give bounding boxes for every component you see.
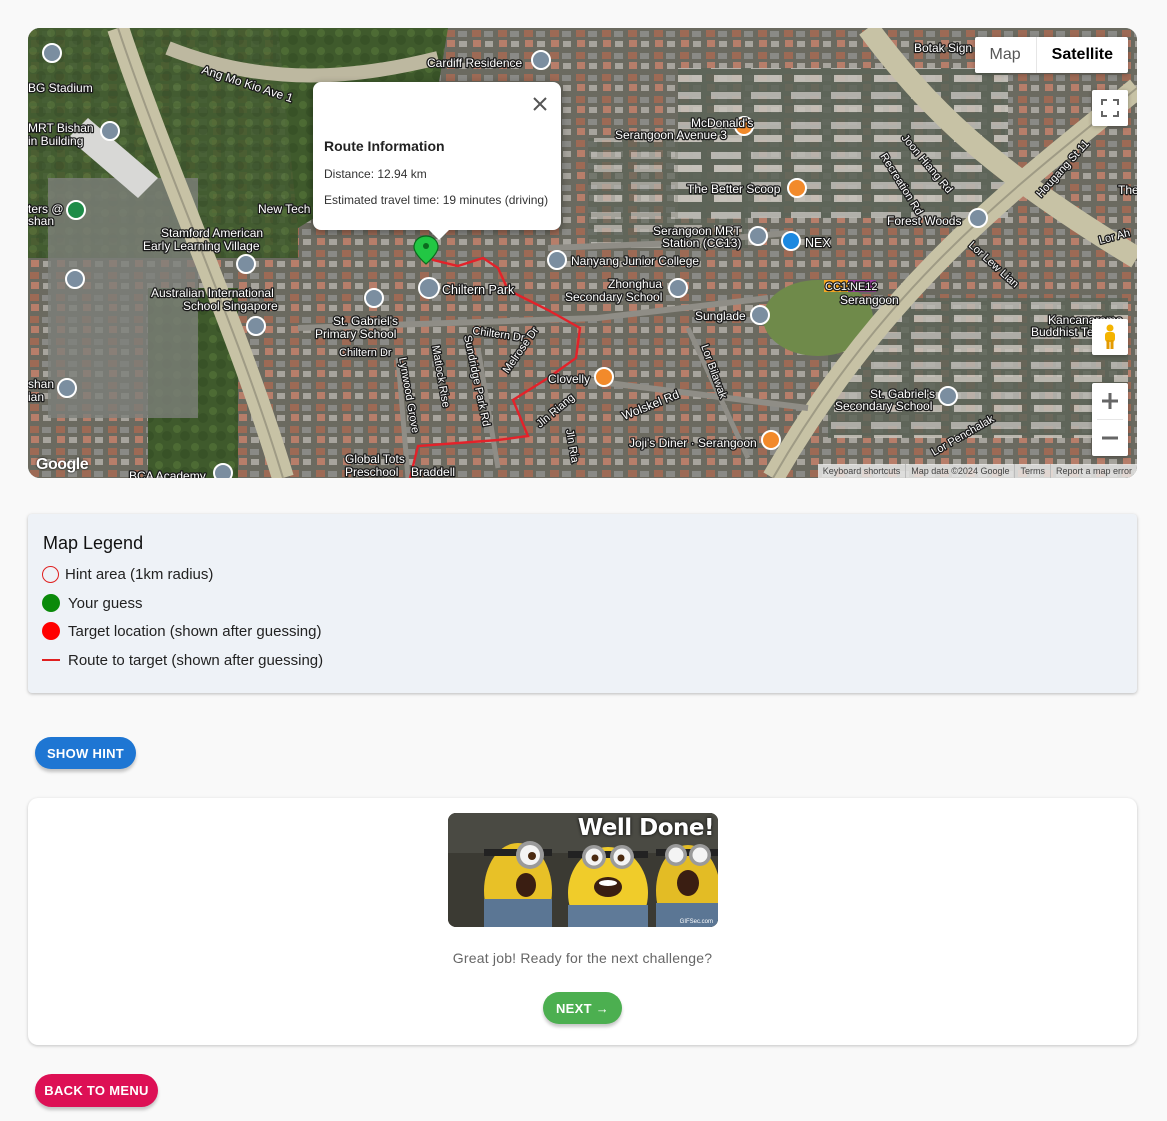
map-label-jojis: Joji's Diner · Serangoon	[629, 436, 757, 450]
map-label-chiltern-park: Chiltern Park	[442, 283, 515, 297]
pegman-icon	[1105, 324, 1115, 349]
map-label-serangoon: Serangoon	[840, 293, 899, 307]
minus-icon	[1102, 436, 1118, 440]
map-label-bca: BCA Academy	[129, 469, 206, 478]
route-travel-time: Estimated travel time: 19 minutes (drivi…	[324, 193, 549, 207]
keyboard-shortcuts-link[interactable]: Keyboard shortcuts	[818, 464, 906, 478]
legend-item-label: Your guess	[68, 594, 143, 612]
map-label-botak: Botak Sign	[914, 41, 972, 55]
hint-area-swatch	[42, 565, 59, 583]
map-label-nanyang: Nanyang Junior College	[571, 254, 699, 268]
route-swatch	[42, 659, 60, 661]
map-label-mrt-bishan-2: in Building	[28, 134, 83, 148]
fullscreen-button[interactable]	[1092, 90, 1128, 126]
map-label-australian-2: School Singapore	[183, 299, 278, 313]
target-swatch	[42, 622, 60, 640]
legend-item-your-guess: Your guess	[42, 593, 143, 613]
plus-icon	[1102, 393, 1118, 409]
map-label-st-gabriel-s2: Secondary School	[835, 399, 932, 413]
map-label-global-tots-2: Preschool	[345, 465, 398, 478]
google-logo[interactable]: Google	[36, 456, 89, 474]
map-type-control[interactable]: Map Satellite	[974, 37, 1128, 73]
map-label-global-tots-1: Global Tots	[345, 452, 405, 466]
legend-item-target-location: Target location (shown after guessing)	[42, 621, 321, 641]
legend-item-label: Route to target (shown after guessing)	[68, 651, 324, 669]
map-label-cardiff: Cardiff Residence	[427, 56, 522, 70]
map-label-the: The	[1118, 183, 1137, 197]
guess-swatch	[42, 594, 60, 612]
show-hint-button[interactable]: SHOW HINT	[35, 737, 136, 769]
map-label-ian: ian	[28, 390, 44, 404]
fullscreen-icon	[1101, 99, 1119, 117]
map-label-nex: NEX	[805, 236, 831, 250]
gif-credit: GIFSec.com	[679, 919, 713, 925]
zoom-control[interactable]	[1092, 383, 1128, 456]
gif-caption: Well Done!	[577, 815, 715, 841]
legend-item-route: Route to target (shown after guessing)	[42, 650, 323, 670]
satellite-imagery[interactable]: BG Stadium Ang Mo Kio Ave 1 Cardiff Reside…	[28, 28, 1137, 478]
map-type-satellite-button[interactable]: Satellite	[1035, 37, 1128, 73]
map-label-st-gabriel-p1: St. Gabriel's	[333, 314, 398, 328]
success-card: Well Done! GIFSec.com Great job! Ready f…	[28, 798, 1137, 1045]
route-info-title: Route Information	[324, 138, 445, 154]
map-label-ne12: NE12	[850, 281, 878, 293]
legend-item-label: Hint area (1km radius)	[65, 565, 214, 583]
map-label-chiltern-dr: Chiltern Dr	[339, 347, 392, 359]
route-distance: Distance: 12.94 km	[324, 167, 427, 181]
map-label-shan2: shan	[28, 214, 54, 228]
map-label-st-gabriel-p2: Primary School	[315, 327, 396, 341]
map-attribution: Keyboard shortcuts Map data ©2024 Google…	[817, 464, 1137, 478]
map-label-forest-woods: Forest Woods	[887, 214, 961, 228]
map-data-text: Map data ©2024 Google	[905, 464, 1014, 478]
map-label-zhonghua-1: Zhonghua	[608, 277, 662, 291]
legend-item-label: Target location (shown after guessing)	[68, 622, 322, 640]
next-button[interactable]: NEXT →	[543, 992, 622, 1024]
map-label-cc13: CC13	[825, 281, 853, 293]
terms-link[interactable]: Terms	[1014, 464, 1050, 478]
close-icon[interactable]	[529, 93, 551, 115]
map-view[interactable]: BG Stadium Ang Mo Kio Ave 1 Cardiff Reside…	[28, 28, 1137, 478]
map-label-clovelly: Clovelly	[548, 372, 590, 386]
map-label-stamford-2: Early Learning Village	[143, 239, 260, 253]
map-label-serangoon-mrt-2: Station (CC13)	[662, 236, 741, 250]
street-view-pegman-button[interactable]	[1092, 319, 1128, 355]
report-error-link[interactable]: Report a map error	[1049, 464, 1137, 478]
well-done-gif: Well Done! GIFSec.com	[448, 813, 718, 927]
map-label-mcdonalds-2: Serangoon Avenue 3	[615, 128, 727, 142]
map-label-mrt-bishan-1: MRT Bishan	[28, 121, 94, 135]
legend-item-hint-area: Hint area (1km radius)	[42, 564, 213, 584]
map-label-shan: shan	[28, 377, 54, 391]
map-label-sunglade: Sunglade	[695, 309, 746, 323]
legend-title: Map Legend	[43, 533, 144, 553]
map-label-new-tech: New Tech	[258, 202, 310, 216]
map-label-zhonghua-2: Secondary School	[565, 290, 662, 304]
map-legend: Map Legend Hint area (1km radius) Your g…	[28, 514, 1137, 693]
map-label-braddell: Braddell	[411, 465, 455, 478]
zoom-in-button[interactable]	[1092, 383, 1128, 419]
map-label-australian-1: Australian International	[151, 286, 274, 300]
map-label-stadium: BG Stadium	[28, 81, 93, 95]
success-message: Great job! Ready for the next challenge?	[452, 950, 713, 966]
map-type-map-button[interactable]: Map	[975, 37, 1036, 73]
map-label-better-scoop: The Better Scoop	[687, 182, 781, 196]
map-label-stamford-1: Stamford American	[161, 226, 263, 240]
back-to-menu-button[interactable]: BACK TO MENU	[35, 1074, 158, 1107]
zoom-out-button[interactable]	[1092, 420, 1128, 456]
route-info-window: Route Information Distance: 12.94 km Est…	[313, 82, 561, 240]
